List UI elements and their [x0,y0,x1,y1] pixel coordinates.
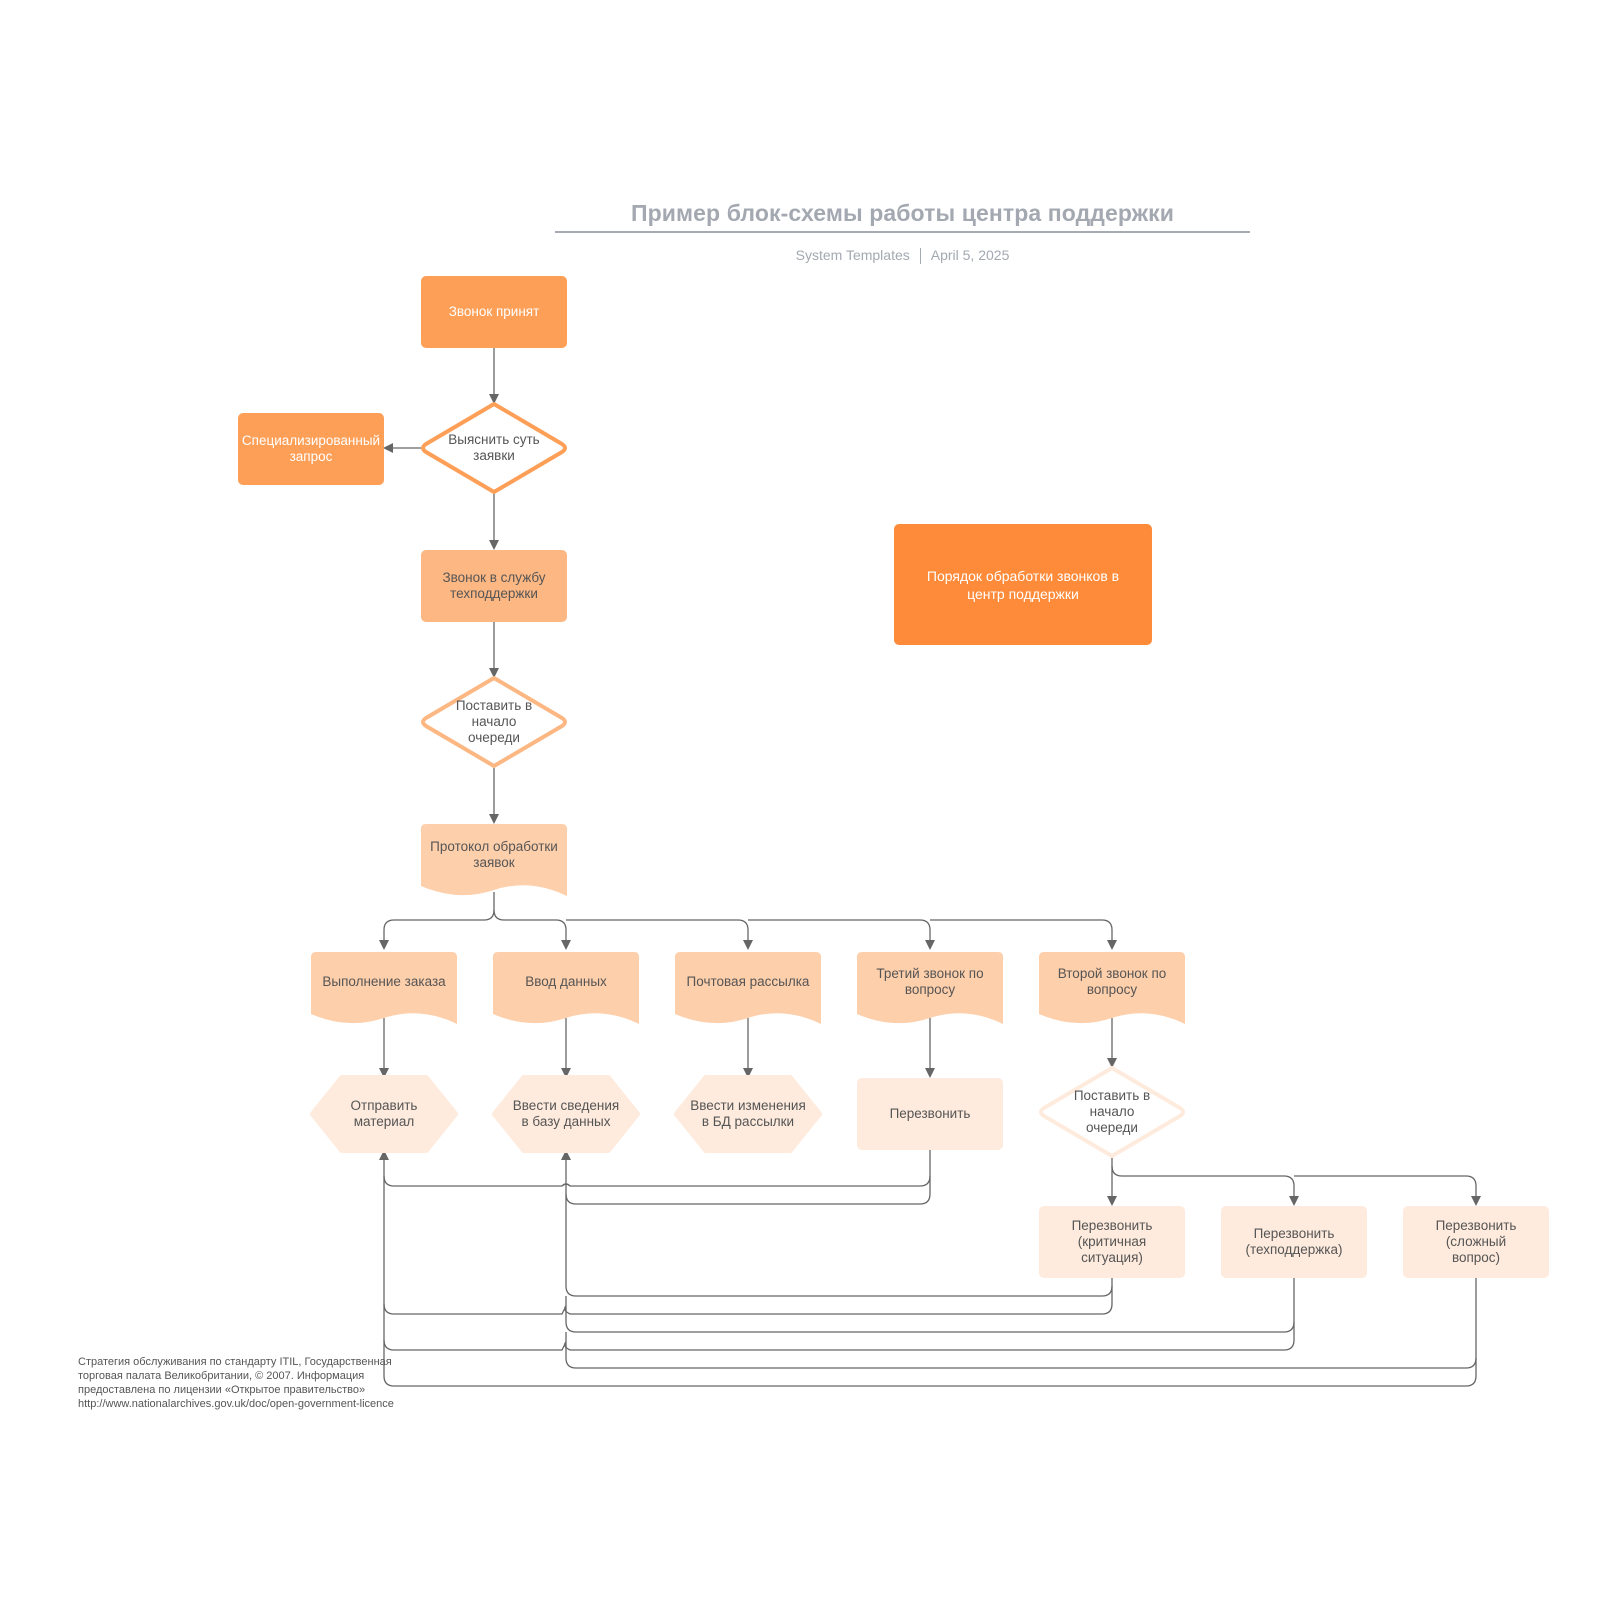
label-call-received: Звонок принят [448,304,540,319]
label-queue-front-1: Поставить в начало очереди [455,698,533,745]
connector-critical-to-send [383,1176,1113,1315]
connector-complex-to-enter [565,1274,1477,1369]
label-mailing: Почтовая рассылка [686,974,810,989]
connector-callback-to-send [379,1148,931,1187]
label-enter-db-info: Ввести сведения в базу данных [512,1098,620,1129]
label-call-back: Перезвонить [889,1106,971,1121]
connector-protocol-to-third-call [748,919,935,950]
label-third-call: Третий звонок по вопросу [876,966,984,997]
connector-support-cb-to-enter [565,1274,1295,1333]
label-queue-front-2: Поставить в начало очереди [1073,1088,1151,1135]
connector-protocol-to-order [379,892,495,950]
connector-queue2-to-complex [1294,1175,1481,1206]
connector-critical-to-enter [565,1194,1113,1297]
connector-callback-to-enter [561,1150,931,1205]
source-footnote: Стратегия обслуживания по стандарту ITIL… [78,1356,394,1410]
label-call-back-support: Перезвонить (техподдержка) [1245,1226,1343,1257]
label-specialized-request: Специализированный запрос [241,433,381,464]
connector-support-cb-to-send [383,1304,1295,1351]
connector-protocol-to-mailing [566,919,753,950]
label-clarify-request: Выяснить суть заявки [448,432,540,463]
label-data-entry: Ввод данных [525,974,607,989]
label-order-fulfillment: Выполнение заказа [322,974,446,989]
connector-protocol-to-data-entry [493,909,571,950]
connector-queue2-to-support [1111,1165,1299,1206]
label-support-call: Звонок в службу техподдержки [442,570,546,601]
label-send-material: Отправить материал [350,1098,418,1129]
label-info-box: Порядок обработки звонков в центр поддер… [926,567,1120,602]
label-call-back-critical: Перезвонить (критичная ситуация) [1071,1218,1153,1265]
connector-protocol-to-second-call [930,919,1117,950]
label-enter-mailing-db-changes: Ввести изменения в БД рассылки [690,1098,806,1129]
label-call-back-complex: Перезвонить (сложный вопрос) [1435,1218,1517,1265]
label-second-call: Второй звонок по вопросу [1057,966,1167,997]
connector-complex-to-send [383,1340,1477,1387]
label-request-protocol: Протокол обработки заявок [430,839,558,870]
